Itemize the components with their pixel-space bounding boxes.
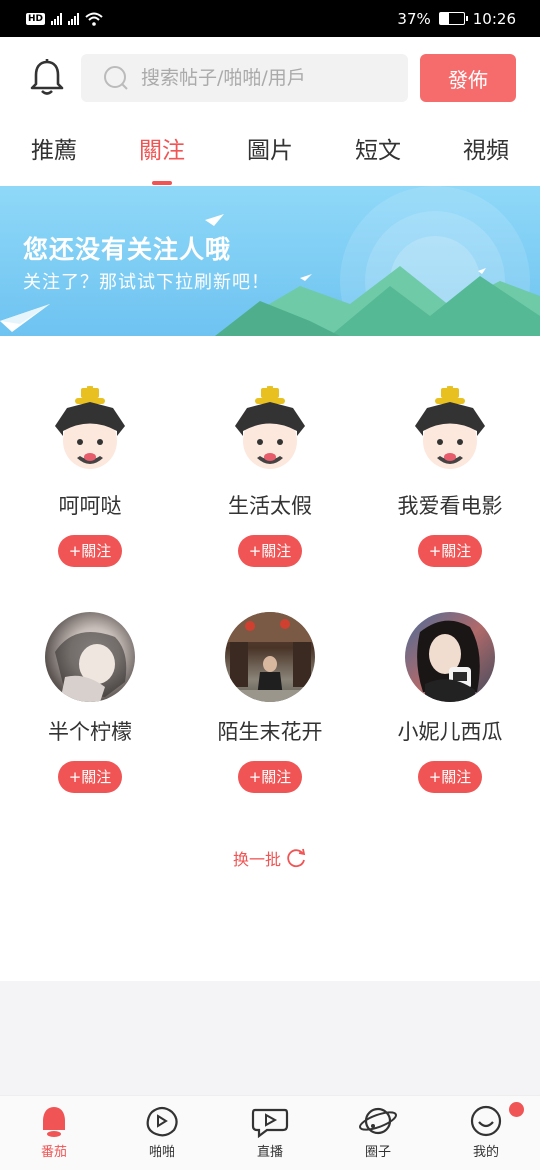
- avatar[interactable]: [405, 386, 495, 476]
- active-tab-indicator: [152, 181, 172, 185]
- notification-bell-icon[interactable]: [28, 57, 66, 97]
- refresh-batch-button[interactable]: 换一批: [0, 846, 540, 870]
- signal-icon: [51, 12, 63, 25]
- nav-label: 圈子: [364, 1145, 391, 1160]
- nav-label: 我的: [472, 1145, 499, 1160]
- default-avatar-icon: [415, 386, 485, 469]
- photo-avatar-icon: [225, 612, 315, 702]
- category-tabs: 推薦 關注 圖片 短文 視頻: [0, 117, 540, 186]
- user-name: 小妮儿西瓜: [397, 720, 503, 744]
- search-bar[interactable]: [81, 54, 408, 102]
- user-card[interactable]: 半个柠檬 +關注: [0, 612, 180, 793]
- follow-button[interactable]: +關注: [238, 761, 302, 793]
- user-name: 我爱看电影: [397, 494, 503, 518]
- tab-videos[interactable]: 視頻: [446, 131, 526, 165]
- empty-gray-area: [0, 981, 540, 1095]
- status-left: HD: [26, 12, 103, 26]
- top-header: 發佈: [0, 37, 540, 117]
- search-icon: [104, 66, 128, 90]
- wifi-icon: [85, 12, 103, 26]
- publish-button[interactable]: 發佈: [420, 54, 516, 102]
- status-bar: HD 37% 10:26: [0, 0, 540, 37]
- tab-images[interactable]: 圖片: [230, 131, 310, 165]
- suggested-users: 呵呵哒 +關注 生活太假 +關注 我爱看电影 +關注 半个柠檬 +關注 陌生末花…: [0, 336, 540, 981]
- nav-circle[interactable]: 圈子: [338, 1104, 418, 1160]
- signal-icon-2: [68, 12, 80, 25]
- follow-button[interactable]: +關注: [418, 535, 482, 567]
- avatar[interactable]: [225, 386, 315, 476]
- tab-recommend[interactable]: 推薦: [14, 131, 94, 165]
- photo-avatar-icon: [417, 620, 480, 702]
- refresh-icon: [287, 848, 306, 868]
- user-name: 呵呵哒: [58, 494, 122, 518]
- follow-button[interactable]: +關注: [58, 535, 122, 567]
- user-card[interactable]: 小妮儿西瓜 +關注: [360, 612, 540, 793]
- avatar[interactable]: [225, 612, 315, 702]
- user-card[interactable]: 生活太假 +關注: [180, 386, 360, 567]
- nav-label: 啪啪: [148, 1145, 175, 1160]
- clock: 10:26: [472, 9, 516, 28]
- refresh-label: 换一批: [232, 850, 281, 869]
- tomato-icon: [43, 1107, 65, 1137]
- search-input[interactable]: [141, 67, 391, 89]
- bottom-navigation: 番茄 啪啪 直播 圈子 我的: [0, 1095, 540, 1170]
- user-name: 陌生末花开: [217, 720, 323, 744]
- battery-percent: 37%: [397, 9, 431, 28]
- papa-icon: [146, 1106, 178, 1137]
- tab-following[interactable]: 關注: [122, 131, 202, 165]
- user-card[interactable]: 陌生末花开 +關注: [180, 612, 360, 793]
- empty-follow-banner: 您还没有关注人哦 关注了？那试试下拉刷新吧！: [0, 186, 540, 336]
- user-name: 半个柠檬: [48, 720, 132, 744]
- default-avatar-icon: [55, 386, 125, 469]
- nav-label: 番茄: [40, 1145, 67, 1160]
- nav-papa[interactable]: 啪啪: [122, 1104, 202, 1160]
- nav-live[interactable]: 直播: [230, 1104, 310, 1160]
- hd-badge: HD: [26, 12, 46, 25]
- follow-button[interactable]: +關注: [418, 761, 482, 793]
- user-card[interactable]: 呵呵哒 +關注: [0, 386, 180, 567]
- follow-button[interactable]: +關注: [58, 761, 122, 793]
- photo-avatar-icon: [55, 632, 127, 702]
- planet-icon: [359, 1107, 397, 1135]
- notification-dot: [509, 1102, 524, 1117]
- banner-subtitle: 关注了？那试试下拉刷新吧！: [23, 272, 270, 293]
- profile-icon: [470, 1105, 502, 1137]
- avatar[interactable]: [45, 612, 135, 702]
- live-icon: [251, 1108, 289, 1138]
- avatar[interactable]: [45, 386, 135, 476]
- user-card[interactable]: 我爱看电影 +關注: [360, 386, 540, 567]
- status-right: 37% 10:26: [397, 10, 516, 28]
- default-avatar-icon: [235, 386, 305, 469]
- nav-tomato[interactable]: 番茄: [14, 1104, 94, 1160]
- banner-title: 您还没有关注人哦: [23, 235, 232, 264]
- nav-label: 直播: [256, 1145, 283, 1160]
- tab-short-text[interactable]: 短文: [338, 131, 418, 165]
- user-name: 生活太假: [228, 494, 312, 518]
- avatar[interactable]: [405, 612, 495, 702]
- battery-icon: [438, 12, 468, 25]
- battery-fill: [439, 13, 449, 24]
- follow-button[interactable]: +關注: [238, 535, 302, 567]
